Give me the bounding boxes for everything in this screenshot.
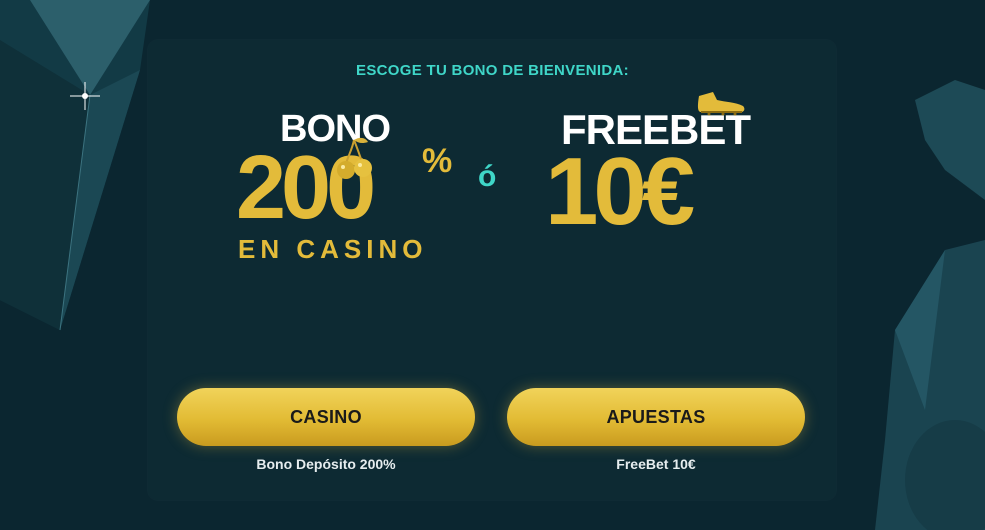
casino-offer-percent: % (422, 142, 453, 180)
casino-offer-suffix: EN CASINO (238, 234, 428, 264)
or-separator: ó (478, 160, 497, 193)
welcome-headline: ESCOGE TU BONO DE BIENVENIDA: (356, 62, 629, 79)
casino-button[interactable]: CASINO (177, 388, 475, 446)
casino-offer: BONO 200 % EN CASINO (232, 102, 453, 264)
bets-offer-amount: 10€ (545, 138, 695, 245)
bets-button[interactable]: APUESTAS (507, 388, 805, 446)
cherries-icon (337, 137, 372, 179)
bets-caption: FreeBet 10€ (616, 456, 696, 472)
bets-offer: FREEBET 10€ (545, 92, 755, 250)
diamond-decoration (0, 0, 150, 331)
horse-statue-decoration (875, 80, 985, 530)
casino-caption: Bono Depósito 200% (256, 456, 396, 472)
football-boot-icon (697, 92, 745, 116)
